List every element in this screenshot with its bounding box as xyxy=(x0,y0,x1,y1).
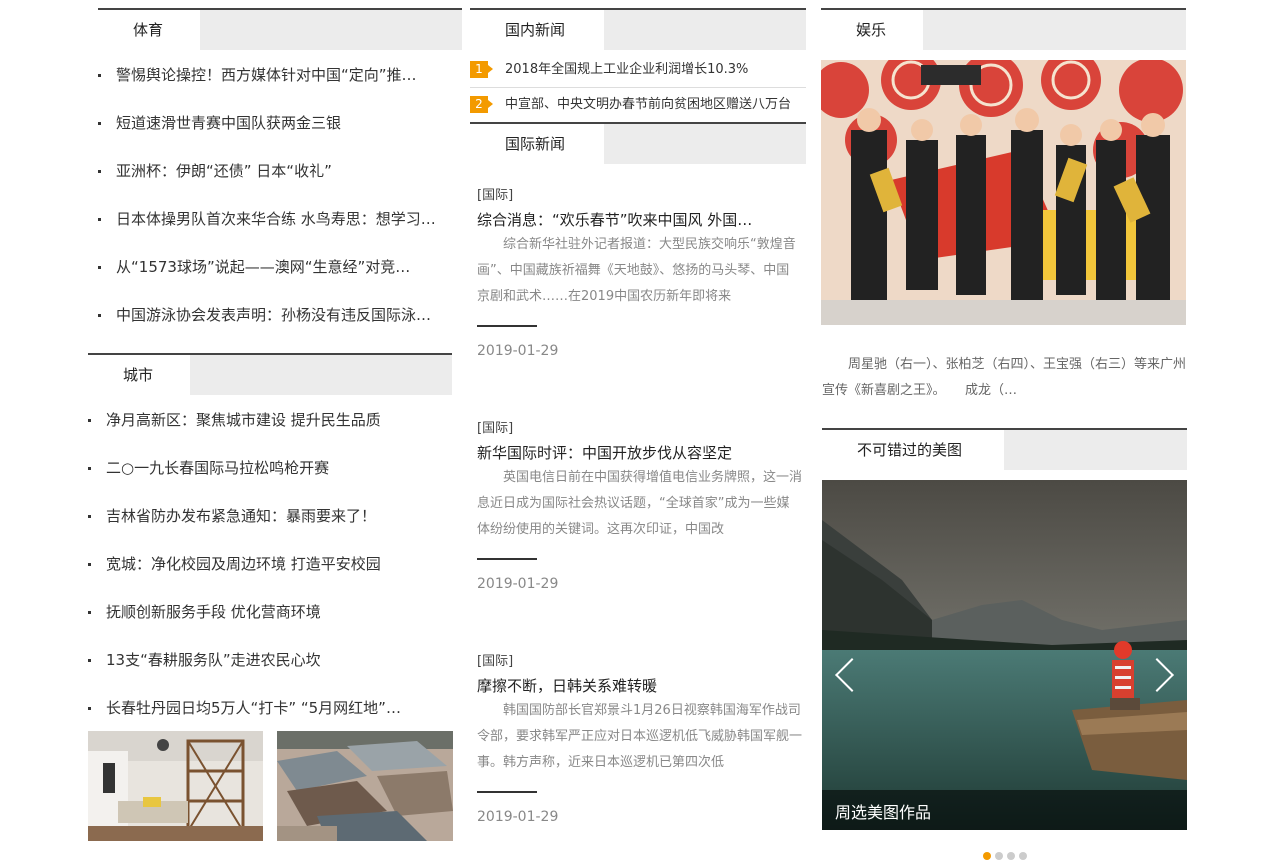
divider xyxy=(477,791,537,793)
city-photo-interior[interactable] xyxy=(88,731,263,841)
gallery-heading: 不可错过的美图 xyxy=(857,441,963,459)
news-title[interactable]: 中国游泳协会发表声明：孙杨没有违反国际泳… xyxy=(116,306,431,324)
city-photo-rooftops[interactable] xyxy=(277,731,453,841)
sports-news-list: 警惕舆论操控！西方媒体针对中国“定向”推… 短道速滑世青赛中国队获两金三银 亚洲杯：… xyxy=(98,51,460,339)
article-title[interactable]: 摩擦不断，日韩关系难转暖 xyxy=(477,675,802,696)
domestic-news-item[interactable]: 1 2018年全国规上工业企业利润增长10.3% xyxy=(470,53,806,88)
article-tag[interactable]: [国际] xyxy=(477,650,802,669)
gallery-section-header: 不可错过的美图 xyxy=(822,428,1187,470)
bullet-icon xyxy=(88,563,91,566)
international-tab[interactable]: 国际新闻 xyxy=(470,124,604,164)
international-article[interactable]: [国际] 新华国际时评：中国开放步伐从容坚定 英国电信日前在中国获得增值电信业务… xyxy=(477,417,802,592)
news-title[interactable]: 13支“春耕服务队”走进农民心坎 xyxy=(106,651,321,669)
entertainment-caption[interactable]: 周星驰（右一）、张柏芝（右四）、王宝强（右三）等来广州宣传《新喜剧之王》。 成龙… xyxy=(822,352,1186,404)
news-title[interactable]: 亚洲杯：伊朗“还债” 日本“收礼” xyxy=(116,162,332,180)
article-title[interactable]: 新华国际时评：中国开放步伐从容坚定 xyxy=(477,442,802,463)
domestic-news-item[interactable]: 2 中宣部、中央文明办春节前向贫困地区赠送八万台 xyxy=(470,88,806,123)
domestic-section-header: 国内新闻 xyxy=(470,8,806,50)
news-list-item[interactable]: 净月高新区：聚焦城市建设 提升民生品质 xyxy=(88,396,450,444)
slide-dot[interactable] xyxy=(983,852,991,860)
article-title[interactable]: 综合消息：“欢乐春节”吹来中国风 外国… xyxy=(477,209,802,230)
sports-tab[interactable]: 体育 xyxy=(98,10,200,50)
news-list-item[interactable]: 二○一九长春国际马拉松鸣枪开赛 xyxy=(88,444,450,492)
rank-badge: 2 xyxy=(470,96,493,113)
bullet-icon xyxy=(88,659,91,662)
bullet-icon xyxy=(98,314,101,317)
news-list-item[interactable]: 13支“春耕服务队”走进农民心坎 xyxy=(88,636,450,684)
bullet-icon xyxy=(88,611,91,614)
divider xyxy=(477,558,537,560)
entertainment-tab[interactable]: 娱乐 xyxy=(821,10,923,50)
article-date: 2019-01-29 xyxy=(477,576,559,592)
entertainment-heading: 娱乐 xyxy=(856,21,887,39)
news-list-item[interactable]: 宽城：净化校园及周边环境 打造平安校园 xyxy=(88,540,450,588)
bullet-icon xyxy=(88,467,91,470)
bullet-icon xyxy=(88,707,91,710)
news-list-item[interactable]: 抚顺创新服务手段 优化营商环境 xyxy=(88,588,450,636)
domestic-news-title[interactable]: 中宣部、中央文明办春节前向贫困地区赠送八万台 xyxy=(505,88,791,122)
domestic-news-list: 1 2018年全国规上工业企业利润增长10.3% 2 中宣部、中央文明办春节前向… xyxy=(470,53,806,123)
gallery-caption[interactable]: 周选美图作品 xyxy=(835,799,931,823)
article-summary: 英国电信日前在中国获得增值电信业务牌照，这一消息近日成为国际社会热议话题，“全球… xyxy=(477,470,802,537)
city-news-list: 净月高新区：聚焦城市建设 提升民生品质 二○一九长春国际马拉松鸣枪开赛吉林省防办发… xyxy=(88,396,450,732)
bullet-icon xyxy=(88,419,91,422)
rank-badge: 1 xyxy=(470,61,493,78)
city-section-header: 城市 xyxy=(88,353,452,395)
slide-dot[interactable] xyxy=(1019,852,1027,860)
city-tab[interactable]: 城市 xyxy=(88,355,190,395)
domestic-news-title[interactable]: 2018年全国规上工业企业利润增长10.3% xyxy=(505,53,748,87)
article-summary: 韩国国防部长官郑景斗1月26日视察韩国海军作战司令部，要求韩军严正应对日本巡逻机… xyxy=(477,703,802,770)
article-summary: 综合新华社驻外记者报道：大型民族交响乐“敦煌音画”、中国藏族祈福舞《天地鼓》、悠… xyxy=(477,237,796,304)
gallery-photo[interactable]: 周选美图作品 xyxy=(822,480,1187,830)
article-date: 2019-01-29 xyxy=(477,809,559,825)
article-tag[interactable]: [国际] xyxy=(477,417,802,436)
international-article[interactable]: [国际] 摩擦不断，日韩关系难转暖 韩国国防部长官郑景斗1月26日视察韩国海军作… xyxy=(477,650,802,825)
news-title[interactable]: 警惕舆论操控！西方媒体针对中国“定向”推… xyxy=(116,66,417,84)
news-title[interactable]: 抚顺创新服务手段 优化营商环境 xyxy=(106,603,321,621)
news-title[interactable]: 从“1573球场”说起——澳网“生意经”对竞… xyxy=(116,258,410,276)
bullet-icon xyxy=(98,122,101,125)
sports-section-header: 体育 xyxy=(98,8,462,50)
news-list-item[interactable]: 日本体操男队首次来华合练 水鸟寿思：想学习… xyxy=(98,195,460,243)
international-section-header: 国际新闻 xyxy=(470,122,806,164)
news-list-item[interactable]: 亚洲杯：伊朗“还债” 日本“收礼” xyxy=(98,147,460,195)
news-list-item[interactable]: 警惕舆论操控！西方媒体针对中国“定向”推… xyxy=(98,51,460,99)
sports-heading: 体育 xyxy=(133,21,164,39)
news-list-item[interactable]: 从“1573球场”说起——澳网“生意经”对竞… xyxy=(98,243,460,291)
bullet-icon xyxy=(98,170,101,173)
news-list-item[interactable]: 吉林省防办发布紧急通知：暴雨要来了！ xyxy=(88,492,450,540)
article-tag[interactable]: [国际] xyxy=(477,184,802,203)
domestic-tab[interactable]: 国内新闻 xyxy=(470,10,604,50)
news-list-item[interactable]: 短道速滑世青赛中国队获两金三银 xyxy=(98,99,460,147)
bullet-icon xyxy=(98,218,101,221)
divider xyxy=(477,325,537,327)
city-heading: 城市 xyxy=(123,366,154,384)
entertainment-section-header: 娱乐 xyxy=(821,8,1186,50)
news-title[interactable]: 吉林省防办发布紧急通知：暴雨要来了！ xyxy=(106,507,376,525)
news-title[interactable]: 宽城：净化校园及周边环境 打造平安校园 xyxy=(106,555,381,573)
news-title[interactable]: 长春牡丹园日均5万人“打卡” “5月网红地”… xyxy=(106,699,401,717)
entertainment-photo[interactable] xyxy=(821,60,1186,325)
international-heading: 国际新闻 xyxy=(505,135,566,153)
international-article[interactable]: [国际] 综合消息：“欢乐春节”吹来中国风 外国… 综合新华社驻外记者报道：大型… xyxy=(477,184,802,359)
slide-dot[interactable] xyxy=(1007,852,1015,860)
domestic-heading: 国内新闻 xyxy=(505,21,566,39)
article-date: 2019-01-29 xyxy=(477,343,559,359)
news-title[interactable]: 日本体操男队首次来华合练 水鸟寿思：想学习… xyxy=(116,210,436,228)
news-list-item[interactable]: 长春牡丹园日均5万人“打卡” “5月网红地”… xyxy=(88,684,450,732)
news-title[interactable]: 净月高新区：聚焦城市建设 提升民生品质 xyxy=(106,411,381,429)
bullet-icon xyxy=(98,266,101,269)
gallery-tab[interactable]: 不可错过的美图 xyxy=(822,430,1004,470)
news-title[interactable]: 二○一九长春国际马拉松鸣枪开赛 xyxy=(106,459,329,477)
news-title[interactable]: 短道速滑世青赛中国队获两金三银 xyxy=(116,114,341,132)
bullet-icon xyxy=(88,515,91,518)
bullet-icon xyxy=(98,74,101,77)
slide-dot[interactable] xyxy=(995,852,1003,860)
news-list-item[interactable]: 中国游泳协会发表声明：孙杨没有违反国际泳… xyxy=(98,291,460,339)
